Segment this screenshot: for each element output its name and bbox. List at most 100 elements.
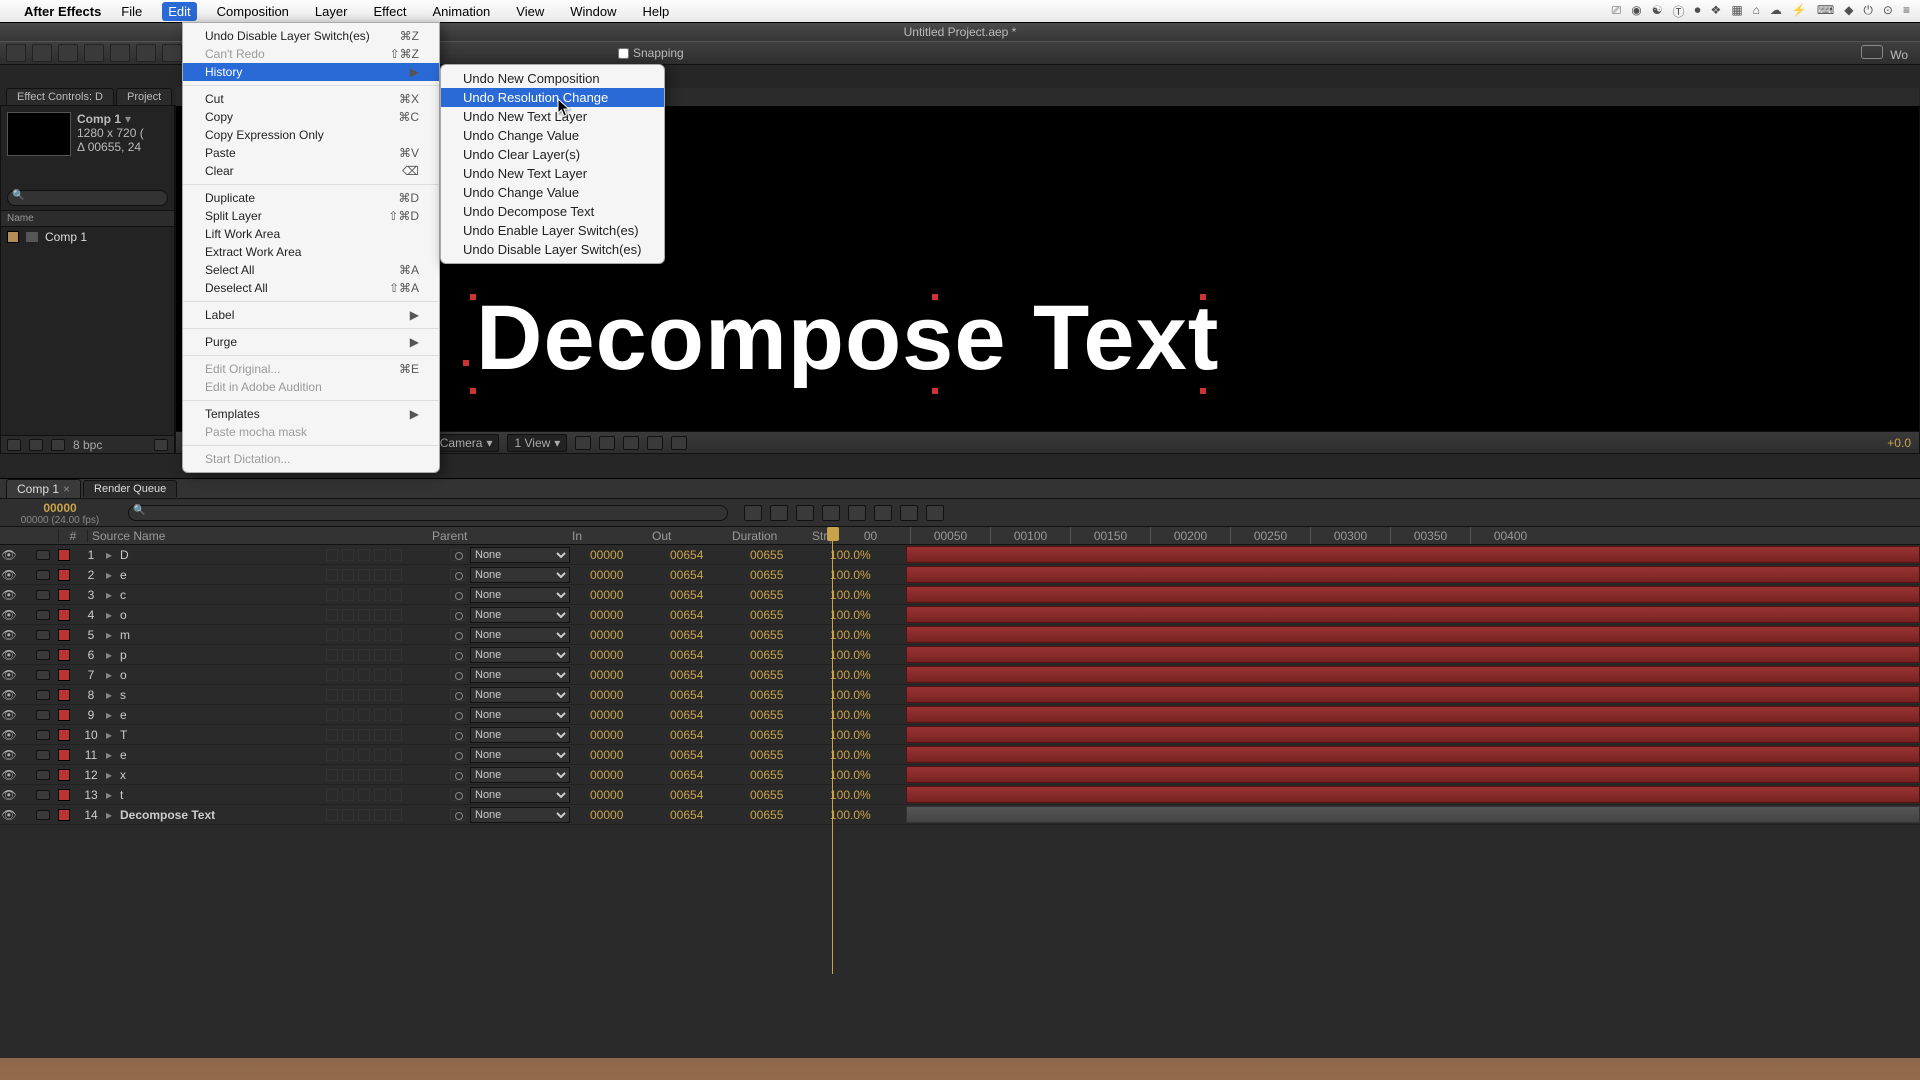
- visibility-toggle-icon[interactable]: 👁: [0, 688, 18, 702]
- layer-duration[interactable]: 00655: [746, 628, 826, 642]
- layer-switches[interactable]: [326, 809, 446, 821]
- submenu-item[interactable]: Undo New Text Layer: [441, 107, 664, 126]
- visibility-toggle-icon[interactable]: 👁: [0, 768, 18, 782]
- layer-bar[interactable]: [906, 666, 1920, 683]
- parent-select[interactable]: None: [470, 647, 570, 663]
- layer-out[interactable]: 00654: [666, 808, 746, 822]
- layer-name[interactable]: Decompose Text: [118, 808, 326, 822]
- trash-icon[interactable]: [154, 439, 168, 451]
- layer-bar-area[interactable]: [906, 625, 1920, 644]
- twirl-icon[interactable]: ▸: [106, 588, 118, 602]
- visibility-toggle-icon[interactable]: 👁: [0, 648, 18, 662]
- parent-select[interactable]: None: [470, 727, 570, 743]
- pickwhip-icon[interactable]: [450, 789, 466, 801]
- twirl-icon[interactable]: ▸: [106, 808, 118, 822]
- menu-item[interactable]: Purge▶: [183, 333, 439, 351]
- interpret-icon[interactable]: [7, 439, 21, 451]
- camera-tool-icon[interactable]: [110, 44, 130, 62]
- layer-row[interactable]: 👁13▸tNone000000065400655100.0%: [0, 785, 1920, 805]
- reset-exposure-icon[interactable]: [671, 436, 687, 450]
- twirl-icon[interactable]: ▸: [106, 668, 118, 682]
- menu-item[interactable]: Paste⌘V: [183, 144, 439, 162]
- layer-switches[interactable]: [326, 589, 446, 601]
- ruler-tick[interactable]: 00250: [1230, 527, 1310, 544]
- submenu-item[interactable]: Undo New Text Layer: [441, 164, 664, 183]
- menu-item[interactable]: Copy Expression Only: [183, 126, 439, 144]
- project-thumbnail[interactable]: [7, 112, 71, 156]
- layer-duration[interactable]: 00655: [746, 688, 826, 702]
- pan-behind-tool-icon[interactable]: [136, 44, 156, 62]
- layer-name[interactable]: D: [118, 548, 326, 562]
- layer-bar-area[interactable]: [906, 585, 1920, 604]
- pickwhip-icon[interactable]: [450, 809, 466, 821]
- ruler-tick[interactable]: 00050: [910, 527, 990, 544]
- menubar-tray-icon[interactable]: ⏻: [1863, 3, 1873, 20]
- layer-in[interactable]: 00000: [586, 668, 666, 682]
- parent-select[interactable]: None: [470, 547, 570, 563]
- flowchart-icon[interactable]: [647, 436, 663, 450]
- layer-stretch[interactable]: 100.0%: [826, 628, 906, 642]
- layer-in[interactable]: 00000: [586, 808, 666, 822]
- menubar-tray-icon[interactable]: ⊙: [1883, 3, 1893, 20]
- ruler-tick[interactable]: 00200: [1150, 527, 1230, 544]
- twirl-icon[interactable]: ▸: [106, 608, 118, 622]
- menu-item[interactable]: Lift Work Area: [183, 225, 439, 243]
- submenu-item[interactable]: Undo Disable Layer Switch(es): [441, 240, 664, 259]
- close-icon[interactable]: ×: [63, 482, 70, 496]
- twirl-icon[interactable]: ▸: [106, 728, 118, 742]
- ruler-tick[interactable]: 00350: [1390, 527, 1470, 544]
- layer-duration[interactable]: 00655: [746, 768, 826, 782]
- snapping-toggle[interactable]: Snapping: [618, 46, 684, 60]
- solo-toggle-icon[interactable]: [36, 630, 58, 640]
- workspace-label[interactable]: Wo: [1861, 45, 1914, 62]
- timecode[interactable]: 00000 00000 (24.00 fps): [0, 499, 120, 526]
- layer-out[interactable]: 00654: [666, 568, 746, 582]
- visibility-toggle-icon[interactable]: 👁: [0, 728, 18, 742]
- menu-item[interactable]: Copy⌘C: [183, 108, 439, 126]
- layer-bar[interactable]: [906, 766, 1920, 783]
- new-comp-icon[interactable]: [51, 439, 65, 451]
- menubar-tray-icon[interactable]: ⚡: [1792, 3, 1807, 20]
- solo-toggle-icon[interactable]: [36, 790, 58, 800]
- header-source-name[interactable]: Source Name: [88, 529, 308, 543]
- layer-in[interactable]: 00000: [586, 708, 666, 722]
- visibility-toggle-icon[interactable]: 👁: [0, 788, 18, 802]
- menu-item[interactable]: Undo Disable Layer Switch(es)⌘Z: [183, 27, 439, 45]
- layer-name[interactable]: t: [118, 788, 326, 802]
- label-color-icon[interactable]: [58, 709, 76, 721]
- pickwhip-icon[interactable]: [450, 549, 466, 561]
- layer-switches[interactable]: [326, 729, 446, 741]
- layer-duration[interactable]: 00655: [746, 548, 826, 562]
- menu-item[interactable]: Cut⌘X: [183, 90, 439, 108]
- draft-3d-icon[interactable]: [770, 505, 788, 521]
- menu-item[interactable]: Split Layer⇧⌘D: [183, 207, 439, 225]
- layer-bar[interactable]: [906, 786, 1920, 803]
- layer-switches[interactable]: [326, 769, 446, 781]
- label-color-icon[interactable]: [58, 689, 76, 701]
- twirl-icon[interactable]: ▸: [106, 548, 118, 562]
- menu-item[interactable]: Duplicate⌘D: [183, 189, 439, 207]
- menu-file[interactable]: File: [115, 2, 148, 21]
- label-color-icon[interactable]: [58, 749, 76, 761]
- tab-comp1[interactable]: Comp 1×: [6, 479, 81, 498]
- layer-in[interactable]: 00000: [586, 588, 666, 602]
- menubar-tray-icon[interactable]: ◆: [1844, 3, 1853, 20]
- solo-toggle-icon[interactable]: [36, 610, 58, 620]
- layer-switches[interactable]: [326, 709, 446, 721]
- pickwhip-icon[interactable]: [450, 729, 466, 741]
- selection-tool-icon[interactable]: [6, 44, 26, 62]
- pickwhip-icon[interactable]: [450, 669, 466, 681]
- menu-item[interactable]: Select All⌘A: [183, 261, 439, 279]
- visibility-toggle-icon[interactable]: 👁: [0, 608, 18, 622]
- graph-editor-icon[interactable]: [900, 505, 918, 521]
- layer-row[interactable]: 👁10▸TNone000000065400655100.0%: [0, 725, 1920, 745]
- label-color-icon[interactable]: [58, 769, 76, 781]
- layer-out[interactable]: 00654: [666, 668, 746, 682]
- ruler-tick[interactable]: 00150: [1070, 527, 1150, 544]
- shape-tool-icon[interactable]: [162, 44, 182, 62]
- layer-bar-area[interactable]: [906, 665, 1920, 684]
- bpc-label[interactable]: 8 bpc: [73, 438, 102, 452]
- submenu-item[interactable]: Undo New Composition: [441, 69, 664, 88]
- menu-window[interactable]: Window: [564, 2, 622, 21]
- solo-toggle-icon[interactable]: [36, 750, 58, 760]
